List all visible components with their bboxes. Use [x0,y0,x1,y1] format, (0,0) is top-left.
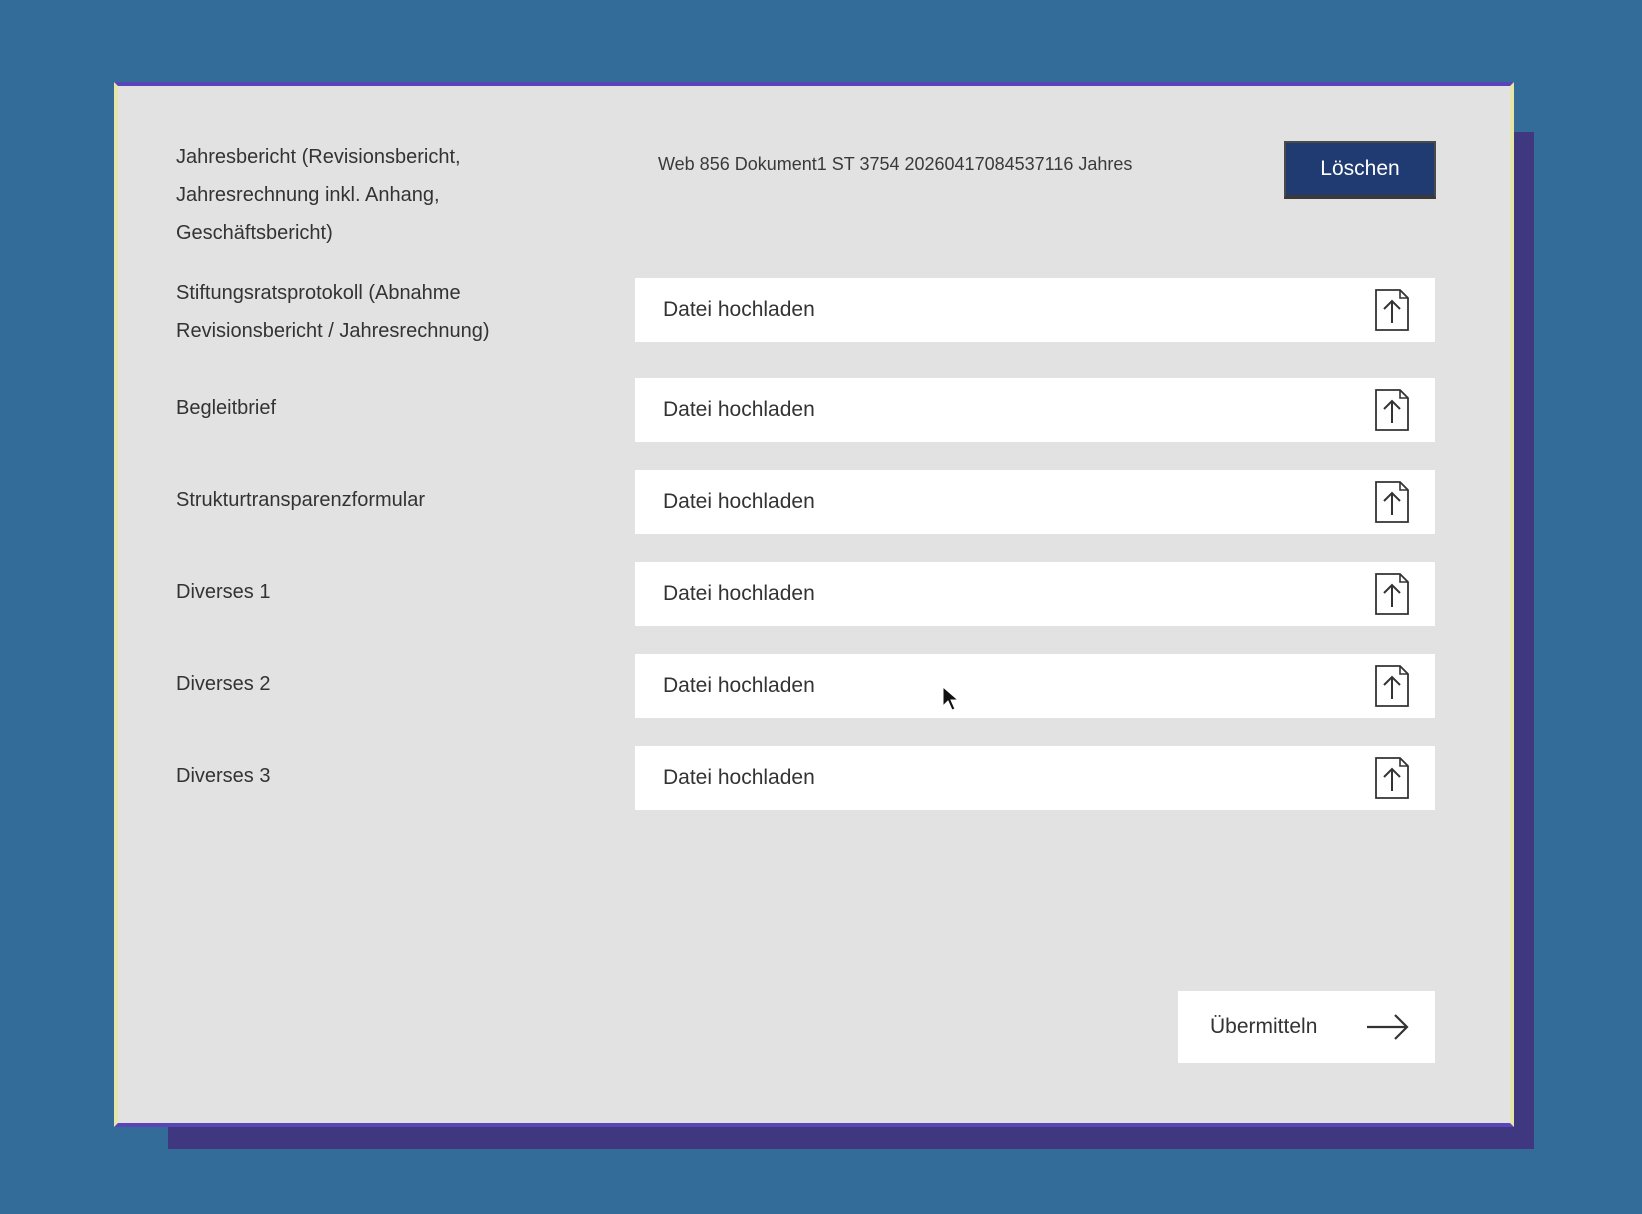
submit-button[interactable]: Übermitteln [1178,991,1435,1063]
upload-placeholder: Datei hochladen [663,674,815,697]
upload-placeholder: Datei hochladen [663,490,815,513]
field-label-diverses-1: Diverses 1 [176,581,271,603]
field-label-diverses-2: Diverses 2 [176,673,271,695]
arrow-right-icon [1367,1014,1409,1040]
upload-placeholder: Datei hochladen [663,398,815,421]
upload-field-begleitbrief[interactable]: Datei hochladen [635,378,1435,442]
field-label-diverses-3: Diverses 3 [176,765,271,787]
file-upload-icon[interactable] [1373,287,1411,333]
file-upload-icon[interactable] [1373,755,1411,801]
upload-field-diverses-1[interactable]: Datei hochladen [635,562,1435,626]
upload-placeholder: Datei hochladen [663,582,815,605]
mouse-cursor-icon [942,686,960,711]
field-label-jahresbericht: Jahresbericht (Revisionsbericht, Jahresr… [176,146,461,244]
upload-field-strukturtransparenzformular[interactable]: Datei hochladen [635,470,1435,534]
field-label-stiftungsratsprotokoll: Stiftungsratsprotokoll (Abnahme Revision… [176,282,490,342]
submit-label: Übermitteln [1210,1015,1318,1038]
uploaded-filename: Web 856 Dokument1 ST 3754 20260417084537… [658,154,1133,174]
upload-placeholder: Datei hochladen [663,766,815,789]
file-upload-icon[interactable] [1373,387,1411,433]
file-upload-icon[interactable] [1373,663,1411,709]
upload-field-diverses-2[interactable]: Datei hochladen [635,654,1435,718]
field-label-begleitbrief: Begleitbrief [176,397,277,419]
upload-field-stiftungsratsprotokoll[interactable]: Datei hochladen [635,278,1435,342]
file-upload-icon[interactable] [1373,479,1411,525]
file-upload-icon[interactable] [1373,571,1411,617]
delete-button[interactable]: Löschen [1284,141,1436,199]
upload-field-diverses-3[interactable]: Datei hochladen [635,746,1435,810]
field-label-strukturtransparenzformular: Strukturtransparenzformular [176,489,425,511]
upload-placeholder: Datei hochladen [663,298,815,321]
upload-form-panel: Jahresbericht (Revisionsbericht, Jahresr… [114,82,1514,1127]
